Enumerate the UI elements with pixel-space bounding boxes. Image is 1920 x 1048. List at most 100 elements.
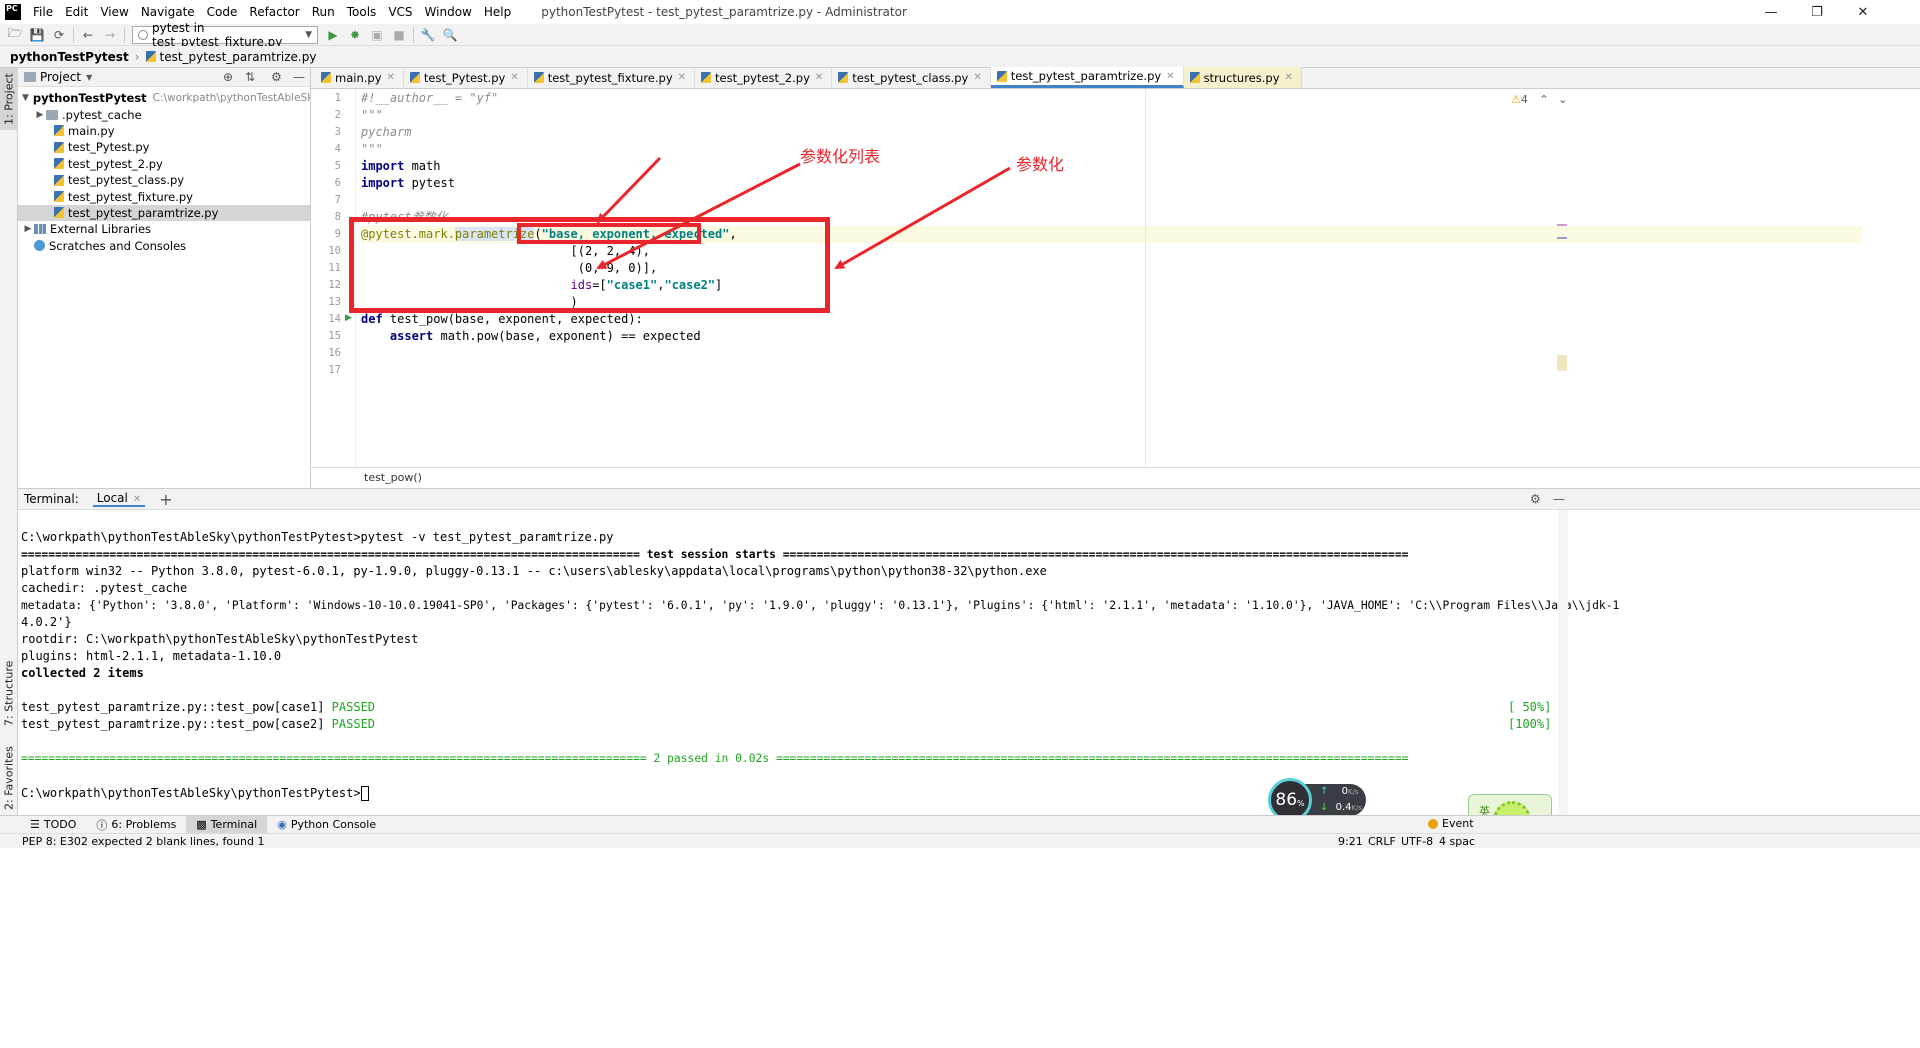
close-tab-icon[interactable]: ✕: [1285, 72, 1293, 83]
terminal-line: collected 2 items: [21, 666, 144, 680]
code-line: def test_pow(base, exponent, expected):: [361, 311, 643, 328]
sync-button[interactable]: ⟳: [48, 25, 70, 45]
favorites-tool-tab[interactable]: 2: Favorites: [0, 738, 18, 818]
navigation-bar: pythonTestPytest › test_pytest_paramtriz…: [0, 46, 1920, 68]
close-tab-icon[interactable]: ✕: [133, 494, 141, 505]
run-test-gutter-icon[interactable]: ▶: [345, 313, 352, 323]
prompt-text: C:\workpath\pythonTestAbleSky\pythonTest…: [21, 786, 361, 800]
close-tab-icon[interactable]: ✕: [387, 72, 395, 83]
python-file-icon: [54, 158, 64, 170]
arrow-right-icon: →: [104, 27, 116, 42]
indent-setting[interactable]: 4 spac: [1439, 835, 1475, 848]
left-tool-strip: 1: Project 7: Structure 2: Favorites: [0, 68, 18, 818]
problems-tab[interactable]: ⓘ 6: Problems: [86, 816, 186, 834]
stop-button[interactable]: ■: [388, 25, 410, 45]
window-title: pythonTestPytest - test_pytest_paramtriz…: [541, 5, 907, 19]
terminal-tab[interactable]: ▩ Terminal: [186, 815, 268, 834]
event-log-tab[interactable]: Event: [1428, 817, 1474, 830]
tree-item-label: .pytest_cache: [62, 107, 142, 122]
terminal-tab-local[interactable]: Local ✕: [92, 491, 146, 507]
forward-button[interactable]: →: [99, 25, 121, 45]
line-separator[interactable]: CRLF: [1368, 835, 1396, 848]
tree-item-test-pytest[interactable]: test_Pytest.py: [18, 139, 310, 155]
line-number: 9: [334, 228, 341, 240]
tree-root-label: pythonTestPytest: [32, 91, 147, 106]
tree-item-test-pytest-2[interactable]: test_pytest_2.py: [18, 156, 310, 172]
nav-project[interactable]: pythonTestPytest: [10, 50, 129, 64]
close-tab-icon[interactable]: ✕: [973, 72, 981, 83]
terminal-result-line: test_pytest_paramtrize.py::test_pow[case…: [21, 716, 375, 733]
terminal-output[interactable]: C:\workpath\pythonTestAbleSky\pythonTest…: [18, 510, 1619, 815]
tab-test-pytest-class[interactable]: test_pytest_class.py ✕: [832, 67, 991, 88]
tree-item-scratches[interactable]: Scratches and Consoles: [18, 238, 310, 254]
tab-label: Event: [1442, 817, 1474, 830]
close-tab-icon[interactable]: ✕: [1166, 71, 1174, 82]
collapse-icon[interactable]: ⇅: [245, 70, 255, 84]
tab-test-pytest-paramtrize[interactable]: test_pytest_paramtrize.py ✕: [990, 67, 1184, 88]
python-file-icon: [54, 207, 64, 219]
chevron-right-icon: ▶: [36, 109, 44, 120]
python-console-tab[interactable]: ◉ Python Console: [267, 816, 386, 834]
save-icon: 💾: [29, 27, 45, 42]
gear-icon[interactable]: ⚙: [1530, 492, 1541, 506]
structure-tool-tab[interactable]: 7: Structure: [0, 658, 18, 728]
nav-file[interactable]: test_pytest_paramtrize.py: [160, 50, 317, 64]
tree-item-main[interactable]: main.py: [18, 123, 310, 139]
tab-structures[interactable]: structures.py ✕: [1183, 67, 1302, 88]
editor-breadcrumb[interactable]: test_pow(): [311, 467, 1920, 488]
open-folder-button[interactable]: 🗁: [4, 25, 26, 45]
menu-window[interactable]: Window: [419, 0, 478, 24]
terminal-line: C:\workpath\pythonTestAbleSky\pythonTest…: [21, 530, 614, 544]
menu-help[interactable]: Help: [478, 0, 517, 24]
run-button[interactable]: ▶: [322, 25, 344, 45]
search-button[interactable]: 🔍: [439, 25, 461, 45]
tab-test-pytest-2[interactable]: test_pytest_2.py ✕: [695, 67, 833, 88]
todo-tab[interactable]: ☰ TODO: [20, 816, 86, 834]
menu-view[interactable]: View: [94, 0, 134, 24]
coverage-button[interactable]: ▣: [366, 25, 388, 45]
locate-icon[interactable]: ⊕: [223, 70, 233, 84]
close-button[interactable]: ✕: [1840, 0, 1886, 24]
tab-test-pytest[interactable]: test_Pytest.py ✕: [404, 67, 528, 88]
run-config-select[interactable]: pytest in test_pytest_fixture.py ▼: [132, 21, 318, 49]
gear-icon[interactable]: ⚙: [271, 70, 282, 84]
tree-item-test-pytest-class[interactable]: test_pytest_class.py: [18, 172, 310, 188]
project-view-select[interactable]: Project: [40, 70, 81, 84]
back-button[interactable]: ←: [77, 25, 99, 45]
tree-item-test-pytest-paramtrize[interactable]: test_pytest_paramtrize.py: [18, 204, 310, 222]
settings-button[interactable]: 🔧: [417, 25, 439, 45]
python-file-icon: [321, 72, 331, 83]
menu-file[interactable]: File: [27, 0, 59, 24]
tree-item-pytest-cache[interactable]: ▶ .pytest_cache: [18, 106, 310, 122]
terminal-header: Terminal: Local ✕ + ⚙ —: [18, 488, 1920, 510]
hide-icon[interactable]: —: [1553, 492, 1565, 506]
close-tab-icon[interactable]: ✕: [510, 72, 518, 83]
line-number: 12: [328, 279, 341, 291]
terminal-summary: ========================================…: [21, 752, 1409, 765]
close-tab-icon[interactable]: ✕: [815, 72, 823, 83]
tab-test-pytest-fixture[interactable]: test_pytest_fixture.py ✕: [528, 67, 696, 88]
hide-icon[interactable]: —: [293, 70, 305, 84]
menu-edit[interactable]: Edit: [59, 0, 94, 24]
menu-run[interactable]: Run: [306, 0, 341, 24]
new-terminal-button[interactable]: +: [159, 490, 172, 509]
save-all-button[interactable]: 💾: [26, 25, 48, 45]
cursor-position[interactable]: 9:21: [1338, 835, 1363, 848]
minimize-button[interactable]: —: [1748, 0, 1794, 24]
terminal-scrollbar[interactable]: [1558, 510, 1568, 815]
cpu-value: 86: [1275, 790, 1298, 810]
menu-tools[interactable]: Tools: [341, 0, 383, 24]
project-tool-tab[interactable]: 1: Project: [0, 68, 18, 130]
tree-item-external-libraries[interactable]: ▶ External Libraries: [18, 221, 310, 237]
tree-root[interactable]: ▼ pythonTestPytest C:\workpath\pythonTes…: [18, 90, 310, 106]
close-tab-icon[interactable]: ✕: [678, 72, 686, 83]
arrow-left-icon: ←: [82, 27, 94, 42]
restore-button[interactable]: ❐: [1794, 0, 1840, 24]
menu-vcs[interactable]: VCS: [382, 0, 418, 24]
tab-main[interactable]: main.py ✕: [315, 67, 404, 88]
line-number: 8: [334, 211, 341, 223]
file-encoding[interactable]: UTF-8: [1401, 835, 1433, 848]
tree-item-test-pytest-fixture[interactable]: test_pytest_fixture.py: [18, 188, 310, 204]
tab-label: main.py: [335, 70, 382, 85]
debug-button[interactable]: ✸: [344, 25, 366, 45]
